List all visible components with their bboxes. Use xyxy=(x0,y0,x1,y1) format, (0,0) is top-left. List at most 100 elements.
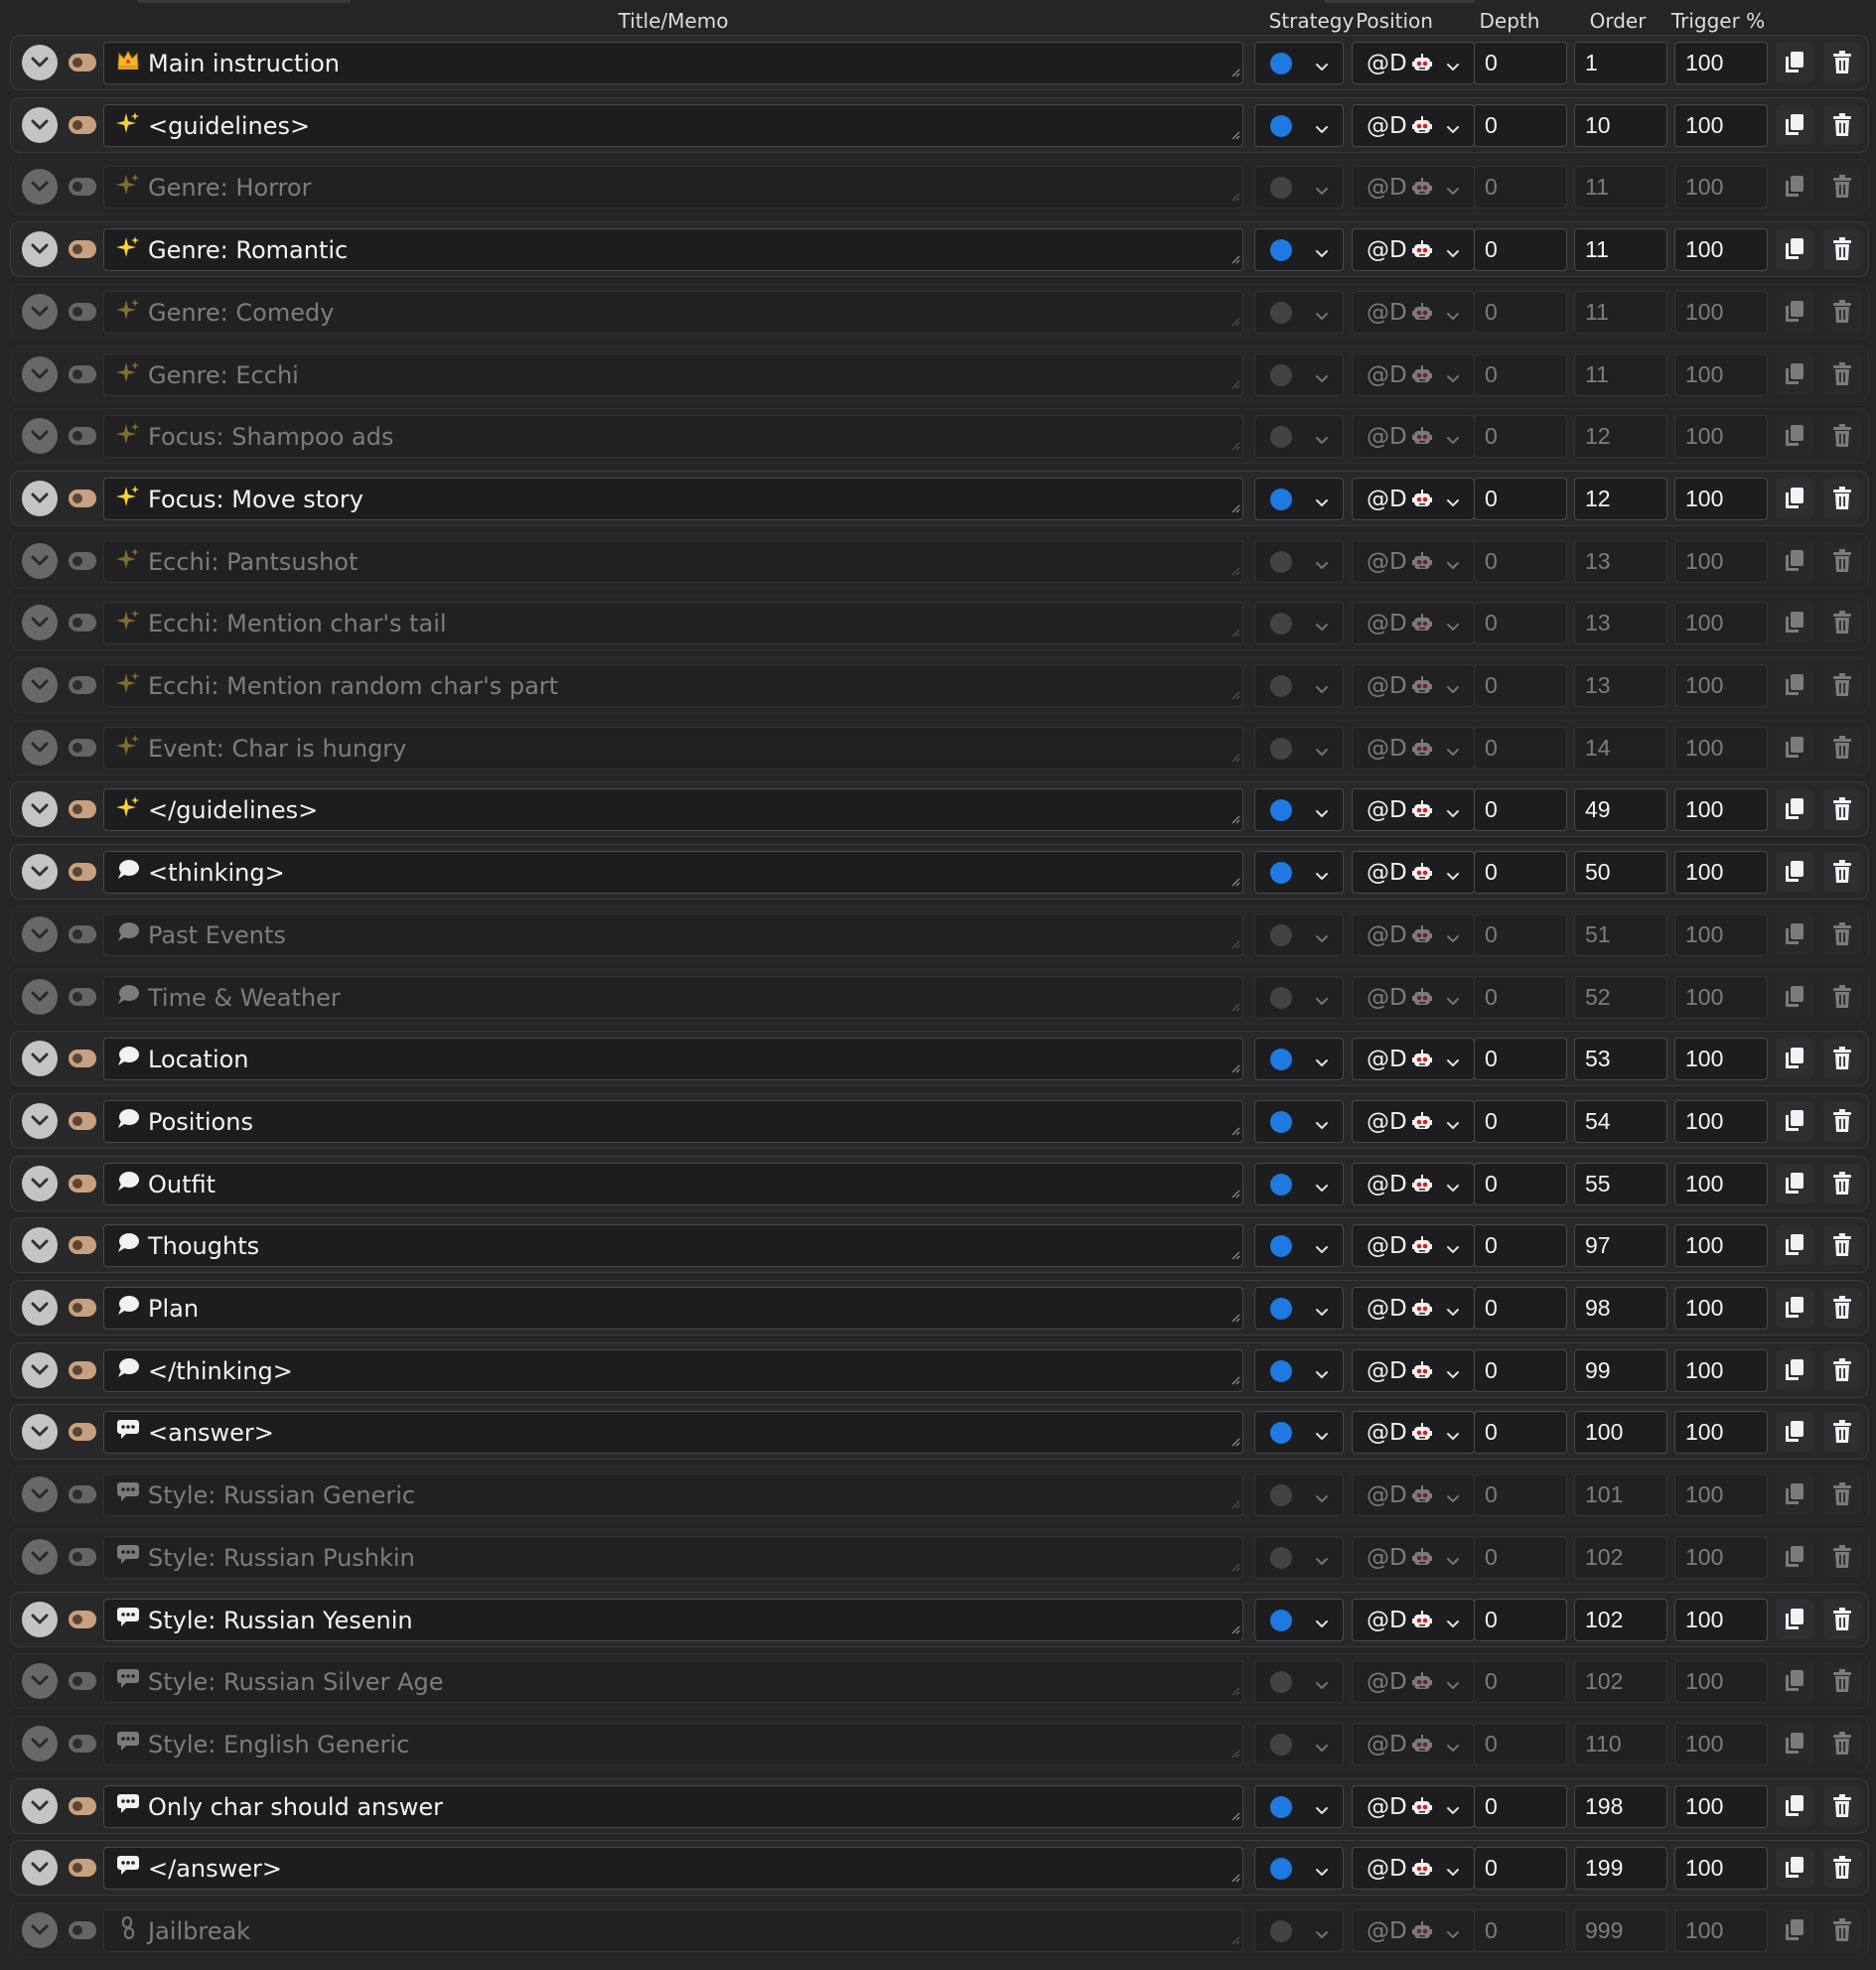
resize-grip-icon[interactable] xyxy=(1230,498,1240,517)
resize-grip-icon[interactable] xyxy=(1230,1432,1240,1451)
trigger-percent-input[interactable]: 100 xyxy=(1674,1535,1768,1579)
order-input[interactable]: 13 xyxy=(1574,664,1667,707)
enable-toggle[interactable] xyxy=(69,1921,96,1939)
title-memo-field[interactable]: </thinking> xyxy=(103,1348,1243,1392)
expand-chevron-icon[interactable] xyxy=(22,605,58,641)
duplicate-button[interactable] xyxy=(1776,416,1813,457)
position-select[interactable]: @D xyxy=(1352,103,1475,147)
enable-toggle[interactable] xyxy=(69,1174,96,1193)
resize-grip-icon[interactable] xyxy=(1230,872,1240,891)
resize-grip-icon[interactable] xyxy=(1230,312,1240,331)
delete-button[interactable] xyxy=(1823,665,1861,705)
title-memo-field[interactable]: Jailbreak xyxy=(103,1909,1243,1952)
delete-button[interactable] xyxy=(1823,1536,1861,1577)
delete-button[interactable] xyxy=(1823,603,1861,643)
expand-chevron-icon[interactable] xyxy=(22,1414,58,1451)
position-select[interactable]: @D xyxy=(1352,1162,1475,1205)
position-select[interactable]: @D xyxy=(1352,1784,1475,1828)
enable-toggle[interactable] xyxy=(69,1547,96,1566)
trigger-percent-input[interactable]: 100 xyxy=(1674,726,1768,770)
depth-input[interactable]: 0 xyxy=(1474,1784,1567,1828)
title-memo-field[interactable]: Focus: Shampoo ads xyxy=(103,415,1243,459)
position-select[interactable]: @D xyxy=(1352,913,1475,956)
expand-chevron-icon[interactable] xyxy=(22,418,58,455)
duplicate-button[interactable] xyxy=(1776,478,1813,518)
delete-button[interactable] xyxy=(1823,229,1861,270)
resize-grip-icon[interactable] xyxy=(1230,1557,1240,1576)
delete-button[interactable] xyxy=(1823,291,1861,332)
position-select[interactable]: @D xyxy=(1352,1909,1475,1952)
order-input[interactable]: 11 xyxy=(1574,352,1667,396)
depth-input[interactable]: 0 xyxy=(1474,1598,1567,1641)
order-input[interactable]: 102 xyxy=(1574,1535,1667,1579)
enable-toggle[interactable] xyxy=(69,1859,96,1878)
duplicate-button[interactable] xyxy=(1776,1163,1813,1203)
expand-chevron-icon[interactable] xyxy=(22,542,58,579)
strategy-select[interactable] xyxy=(1254,228,1344,272)
expand-chevron-icon[interactable] xyxy=(22,1351,58,1388)
delete-button[interactable] xyxy=(1823,353,1861,394)
trigger-percent-input[interactable]: 100 xyxy=(1674,477,1768,520)
strategy-select[interactable] xyxy=(1254,539,1344,583)
depth-input[interactable]: 0 xyxy=(1474,726,1567,770)
title-memo-field[interactable]: Event: Char is hungry xyxy=(103,726,1243,770)
strategy-select[interactable] xyxy=(1254,1909,1344,1952)
depth-input[interactable]: 0 xyxy=(1474,1847,1567,1891)
trigger-percent-input[interactable]: 100 xyxy=(1674,290,1768,334)
position-select[interactable]: @D xyxy=(1352,415,1475,459)
depth-input[interactable]: 0 xyxy=(1474,1909,1567,1952)
strategy-select[interactable] xyxy=(1254,1224,1344,1268)
delete-button[interactable] xyxy=(1823,1412,1861,1453)
order-input[interactable]: 49 xyxy=(1574,788,1667,832)
depth-input[interactable]: 0 xyxy=(1474,415,1567,459)
strategy-select[interactable] xyxy=(1254,1535,1344,1579)
order-input[interactable]: 110 xyxy=(1574,1722,1667,1765)
duplicate-button[interactable] xyxy=(1776,104,1813,145)
position-select[interactable]: @D xyxy=(1352,788,1475,832)
depth-input[interactable]: 0 xyxy=(1474,477,1567,520)
strategy-select[interactable] xyxy=(1254,477,1344,520)
title-memo-field[interactable]: Location xyxy=(103,1038,1243,1081)
expand-chevron-icon[interactable] xyxy=(22,231,58,268)
enable-toggle[interactable] xyxy=(69,1672,96,1691)
duplicate-button[interactable] xyxy=(1776,43,1813,82)
depth-input[interactable]: 0 xyxy=(1474,788,1567,832)
depth-input[interactable]: 0 xyxy=(1474,975,1567,1019)
position-select[interactable]: @D xyxy=(1352,290,1475,334)
strategy-select[interactable] xyxy=(1254,1099,1344,1143)
resize-grip-icon[interactable] xyxy=(1230,685,1240,704)
trigger-percent-input[interactable]: 100 xyxy=(1674,1909,1768,1952)
enable-toggle[interactable] xyxy=(69,1734,96,1753)
strategy-select[interactable] xyxy=(1254,1722,1344,1765)
depth-input[interactable]: 0 xyxy=(1474,1162,1567,1205)
delete-button[interactable] xyxy=(1823,1910,1861,1950)
depth-input[interactable]: 0 xyxy=(1474,1411,1567,1455)
expand-chevron-icon[interactable] xyxy=(22,1912,58,1948)
strategy-select[interactable] xyxy=(1254,166,1344,210)
strategy-select[interactable] xyxy=(1254,602,1344,645)
trigger-percent-input[interactable]: 100 xyxy=(1674,788,1768,832)
expand-chevron-icon[interactable] xyxy=(22,1663,58,1700)
trigger-percent-input[interactable]: 100 xyxy=(1674,1722,1768,1765)
resize-grip-icon[interactable] xyxy=(1230,997,1240,1016)
title-memo-field[interactable]: <guidelines> xyxy=(103,103,1243,147)
title-memo-field[interactable]: Style: Russian Pushkin xyxy=(103,1535,1243,1579)
delete-button[interactable] xyxy=(1823,789,1861,830)
depth-input[interactable]: 0 xyxy=(1474,1474,1567,1517)
strategy-select[interactable] xyxy=(1254,1474,1344,1517)
order-input[interactable]: 99 xyxy=(1574,1348,1667,1392)
expand-chevron-icon[interactable] xyxy=(22,978,58,1015)
strategy-select[interactable] xyxy=(1254,352,1344,396)
strategy-select[interactable] xyxy=(1254,103,1344,147)
expand-chevron-icon[interactable] xyxy=(22,1850,58,1887)
order-input[interactable]: 100 xyxy=(1574,1411,1667,1455)
enable-toggle[interactable] xyxy=(69,364,96,383)
strategy-select[interactable] xyxy=(1254,1784,1344,1828)
expand-chevron-icon[interactable] xyxy=(22,1165,58,1201)
duplicate-button[interactable] xyxy=(1776,1039,1813,1079)
delete-button[interactable] xyxy=(1823,478,1861,518)
resize-grip-icon[interactable] xyxy=(1230,125,1240,144)
resize-grip-icon[interactable] xyxy=(1230,1058,1240,1077)
depth-input[interactable]: 0 xyxy=(1474,1660,1567,1704)
resize-grip-icon[interactable] xyxy=(1230,249,1240,268)
